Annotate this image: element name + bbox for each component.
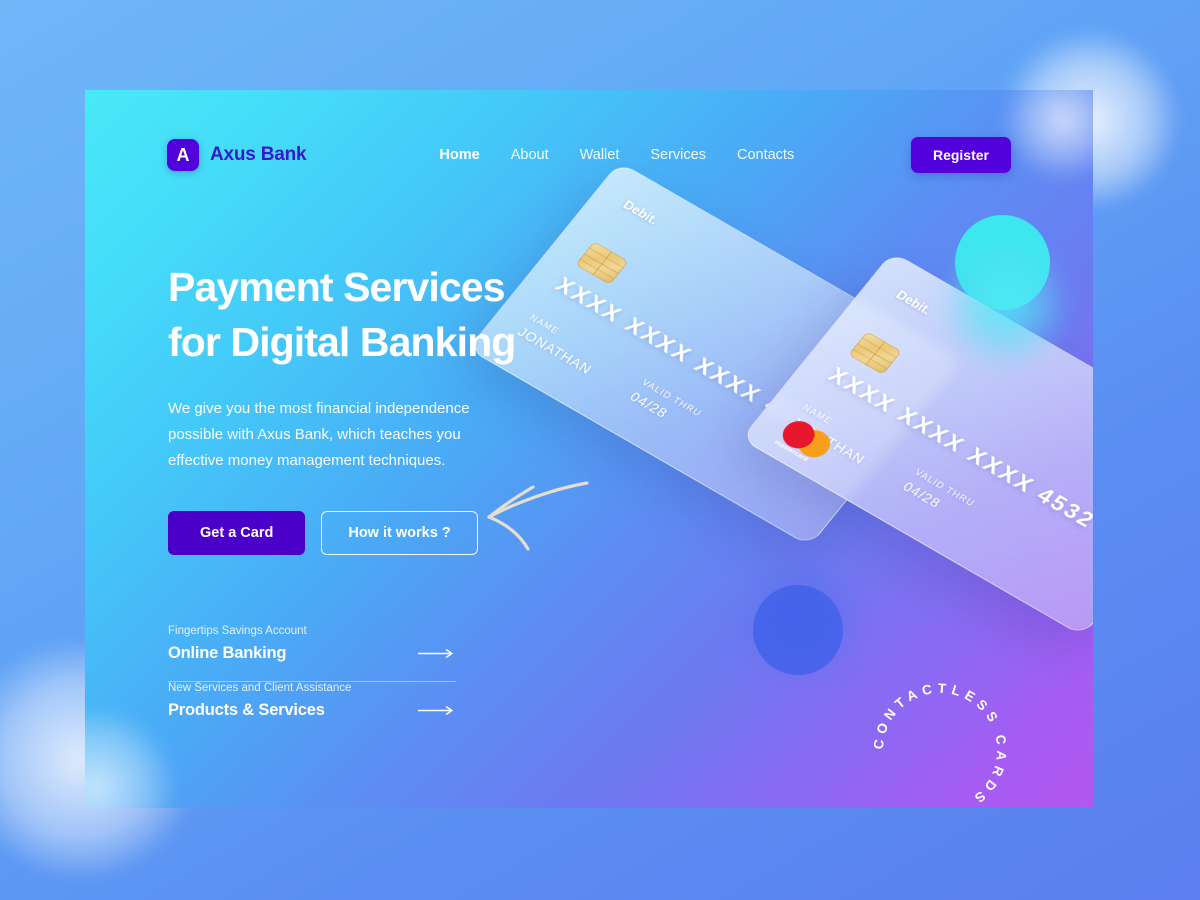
card-chip-icon	[848, 331, 902, 375]
curved-arrow-icon	[487, 481, 589, 551]
link-block-online-banking: Fingertips Savings Account Online Bankin…	[168, 625, 456, 681]
link-row-online-banking[interactable]: Online Banking	[168, 644, 456, 663]
headline-line-1: Payment Services	[168, 264, 506, 310]
logo-mark-icon: A	[167, 139, 199, 171]
brand-logo[interactable]: A Axus Bank	[167, 139, 307, 171]
svg-text:CONTACTLESS CARDS: CONTACTLESS CARDS	[871, 681, 1010, 808]
card-type-label: Debit.	[893, 287, 935, 318]
register-button[interactable]: Register	[910, 137, 1011, 173]
nav-item-about[interactable]: About	[511, 147, 549, 163]
arrow-right-icon	[418, 705, 454, 716]
main-navigation: Home About Wallet Services Contacts	[439, 147, 794, 163]
nav-item-services[interactable]: Services	[650, 147, 706, 163]
how-it-works-button[interactable]: How it works ?	[321, 511, 478, 556]
link-block-products-services: New Services and Client Assistance Produ…	[168, 682, 456, 738]
quick-links: Fingertips Savings Account Online Bankin…	[168, 625, 456, 738]
hero-panel: Debit. XXXX XXXX XXXX 4532 NAME JONATHAN…	[85, 90, 1093, 808]
contactless-badge-text: CONTACTLESS CARDS	[871, 681, 1005, 808]
nav-item-home[interactable]: Home	[439, 147, 479, 163]
card-type-label: Debit.	[620, 197, 662, 228]
page-title: Payment Services for Digital Banking	[168, 260, 588, 369]
link-kicker: New Services and Client Assistance	[168, 682, 352, 694]
arrow-right-icon	[418, 648, 454, 659]
nav-item-wallet[interactable]: Wallet	[580, 147, 620, 163]
link-title: Products & Services	[168, 701, 325, 719]
get-a-card-button[interactable]: Get a Card	[168, 511, 306, 556]
contactless-cards-badge: CONTACTLESS CARDS	[871, 681, 1010, 808]
headline-line-2: for Digital Banking	[168, 318, 516, 365]
brand-name: Axus Bank	[210, 144, 307, 165]
link-title: Online Banking	[168, 644, 287, 662]
site-header: A Axus Bank Home About Wallet Services C…	[167, 135, 1011, 175]
nav-item-contacts[interactable]: Contacts	[737, 147, 794, 163]
link-row-products-services[interactable]: Products & Services	[168, 701, 456, 720]
hero-paragraph: We give you the most financial independe…	[168, 400, 470, 469]
link-kicker: Fingertips Savings Account	[168, 625, 307, 637]
